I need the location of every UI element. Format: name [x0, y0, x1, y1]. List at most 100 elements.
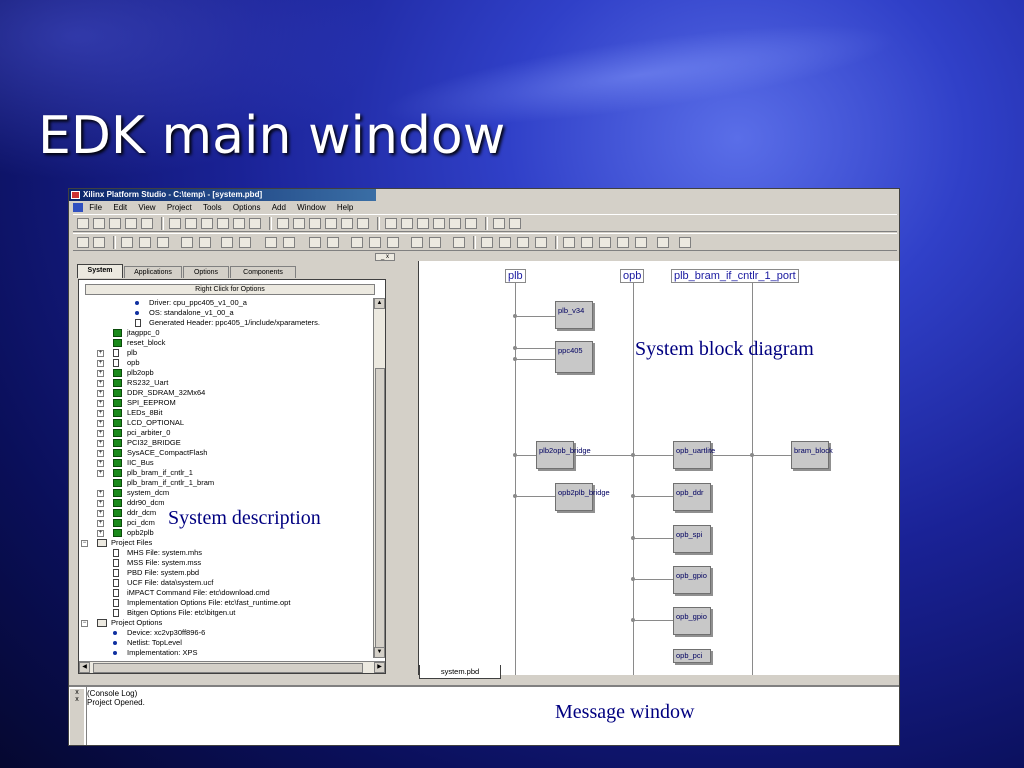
menu-file[interactable]: File [89, 202, 102, 213]
open-project-icon[interactable] [77, 237, 89, 248]
library-icon[interactable] [181, 237, 193, 248]
scroll-up-icon[interactable]: ▲ [374, 298, 385, 309]
expand-icon[interactable]: + [97, 400, 104, 407]
console-log[interactable]: (Console Log) Project Opened. [87, 689, 145, 707]
build-icon[interactable] [351, 237, 363, 248]
zoom-in-icon[interactable] [277, 218, 289, 229]
zoom-out-icon[interactable] [293, 218, 305, 229]
block-plb-v34[interactable]: plb_v34 [555, 301, 593, 329]
expand-icon[interactable]: + [97, 520, 104, 527]
bus-label-opb[interactable]: opb [620, 269, 645, 283]
block-opb-ddr[interactable]: opb_ddr [673, 483, 711, 511]
download-icon[interactable] [283, 237, 295, 248]
undo-icon[interactable] [217, 218, 229, 229]
scroll-right-icon[interactable]: ▶ [374, 662, 385, 673]
window-icon[interactable] [465, 218, 477, 229]
tab-components[interactable]: Components [230, 266, 296, 278]
expand-icon[interactable]: + [97, 380, 104, 387]
expand-icon[interactable]: + [97, 350, 104, 357]
line-icon[interactable] [599, 237, 611, 248]
stop-icon[interactable] [157, 237, 169, 248]
block-opb-gpio[interactable]: opb_gpio [673, 566, 711, 594]
right-click-options-button[interactable]: Right Click for Options [85, 284, 375, 295]
layout-icon[interactable] [385, 218, 397, 229]
checkmark-icon[interactable] [679, 237, 691, 248]
init-icon[interactable] [265, 237, 277, 248]
bus-label-bram-port[interactable]: plb_bram_if_cntlr_1_port [671, 269, 799, 283]
bus-icon[interactable] [411, 237, 423, 248]
scroll-left-icon[interactable]: ◀ [79, 662, 90, 673]
redo-icon[interactable] [233, 218, 245, 229]
paste-icon[interactable] [201, 218, 213, 229]
menu-window[interactable]: Window [297, 202, 325, 213]
window-titlebar[interactable]: Xilinx Platform Studio - C:\temp\ - [sys… [69, 189, 376, 201]
block-opb-spi[interactable]: opb_spi [673, 525, 711, 553]
block-bram-block[interactable]: bram_block [791, 441, 833, 469]
menu-help[interactable]: Help [337, 202, 353, 213]
bus-connect-icon[interactable] [535, 237, 547, 248]
tab-system[interactable]: System [77, 264, 123, 278]
expand-icon[interactable]: + [97, 430, 104, 437]
project-icon[interactable] [93, 237, 105, 248]
tab-system-pbd[interactable]: system.pbd [419, 665, 501, 679]
expand-icon[interactable]: + [97, 460, 104, 467]
simulation-icon[interactable] [309, 237, 321, 248]
scroll-thumb[interactable] [93, 663, 363, 673]
pointer-icon[interactable] [481, 237, 493, 248]
refresh-icon[interactable] [357, 218, 369, 229]
block-opb-pci[interactable]: opb_pci [673, 649, 711, 663]
scroll-down-icon[interactable]: ▼ [374, 647, 385, 658]
rectangle-icon[interactable] [617, 237, 629, 248]
platform-icon[interactable] [121, 237, 133, 248]
block-diagram-canvas[interactable]: plb opb plb_bram_if_cntlr_1_port plb_v34… [418, 261, 899, 675]
open-folder-icon[interactable] [93, 218, 105, 229]
expand-icon[interactable]: + [97, 360, 104, 367]
cut-icon[interactable] [169, 218, 181, 229]
expand-icon[interactable]: + [97, 500, 104, 507]
sim-model-icon[interactable] [327, 237, 339, 248]
port-icon[interactable] [499, 237, 511, 248]
block-plb2opb-bridge[interactable]: plb2opb_bridge [536, 441, 591, 469]
netlist-icon[interactable] [221, 237, 233, 248]
binoculars-icon[interactable] [249, 218, 261, 229]
zoom-full-icon[interactable] [325, 218, 337, 229]
platform-icon[interactable] [139, 237, 151, 248]
layout-icon[interactable] [417, 218, 429, 229]
document-menu-icon[interactable] [73, 203, 83, 213]
tab-options[interactable]: Options [183, 266, 229, 278]
copy-icon[interactable] [185, 218, 197, 229]
layout-icon[interactable] [401, 218, 413, 229]
expand-icon[interactable]: + [97, 390, 104, 397]
block-opb2plb-bridge[interactable]: opb2plb_bridge [555, 483, 610, 511]
scroll-thumb[interactable] [375, 368, 385, 658]
menu-tools[interactable]: Tools [203, 202, 222, 213]
expand-icon[interactable]: + [97, 510, 104, 517]
arc-icon[interactable] [563, 237, 575, 248]
menu-add[interactable]: Add [272, 202, 286, 213]
print-icon[interactable] [141, 218, 153, 229]
wrench-icon[interactable] [493, 218, 505, 229]
panel-close-icon[interactable]: _ x [375, 253, 395, 261]
menu-options[interactable]: Options [233, 202, 261, 213]
expand-icon[interactable]: + [97, 370, 104, 377]
tree-vertical-scrollbar[interactable]: ▲ ▼ [373, 298, 385, 658]
debug-icon[interactable] [369, 237, 381, 248]
context-help-icon[interactable] [509, 218, 521, 229]
block-opb-uartlite[interactable]: opb_uartlite [673, 441, 715, 469]
new-file-icon[interactable] [77, 218, 89, 229]
launch-icon[interactable] [387, 237, 399, 248]
console-close-icon[interactable]: xx [70, 689, 84, 745]
menu-project[interactable]: Project [167, 202, 192, 213]
expand-icon[interactable]: + [97, 440, 104, 447]
save-icon[interactable] [109, 218, 121, 229]
expand-icon[interactable]: + [97, 490, 104, 497]
expand-icon[interactable]: + [97, 530, 104, 537]
compile-icon[interactable] [199, 237, 211, 248]
table-icon[interactable] [657, 237, 669, 248]
bus-icon[interactable] [429, 237, 441, 248]
expand-icon[interactable]: + [97, 450, 104, 457]
text-icon[interactable] [635, 237, 647, 248]
expand-icon[interactable]: − [81, 620, 88, 627]
layout-icon[interactable] [433, 218, 445, 229]
tree-horizontal-scrollbar[interactable]: ◀ ▶ [79, 661, 385, 673]
